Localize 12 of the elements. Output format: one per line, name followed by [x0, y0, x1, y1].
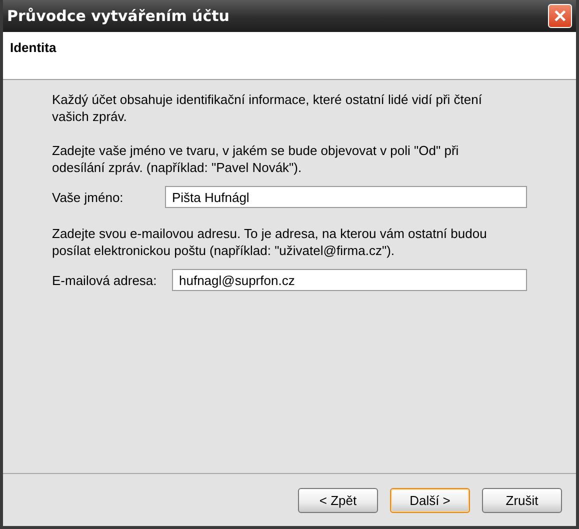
page-heading: Identita	[10, 40, 58, 55]
instruction-text: Zadejte svou e-mailovou adresu. To je adresa, na kterou vám ostatní budou posílat elektronickou poštu (například: "uživatel@firma.cz").	[52, 225, 488, 259]
input-field[interactable]: Pišta Hufnágl	[165, 186, 527, 208]
wizard-button[interactable]: Zrušit	[482, 488, 562, 512]
input-field[interactable]: hufnagl@suprfon.cz	[172, 269, 527, 291]
info-text: Každý účet obsahuje identifikační informace, které ostatní lidé vidí při čtení vašich zpráv.	[52, 91, 483, 125]
field-label: Vaše jméno:	[52, 190, 124, 204]
field-label: E-mailová adresa:	[52, 272, 158, 288]
window-title: Průvodce vytvářením účtu	[7, 7, 230, 25]
instruction-text: Zadejte vaše jméno ve tvaru, v jakém se bude objevovat v poli "Od" při odesílání zpráv. (například: "Pavel Novák").	[52, 142, 460, 176]
wizard-button[interactable]: < Zpět	[298, 488, 378, 512]
wizard-button[interactable]: Další >	[390, 488, 470, 512]
